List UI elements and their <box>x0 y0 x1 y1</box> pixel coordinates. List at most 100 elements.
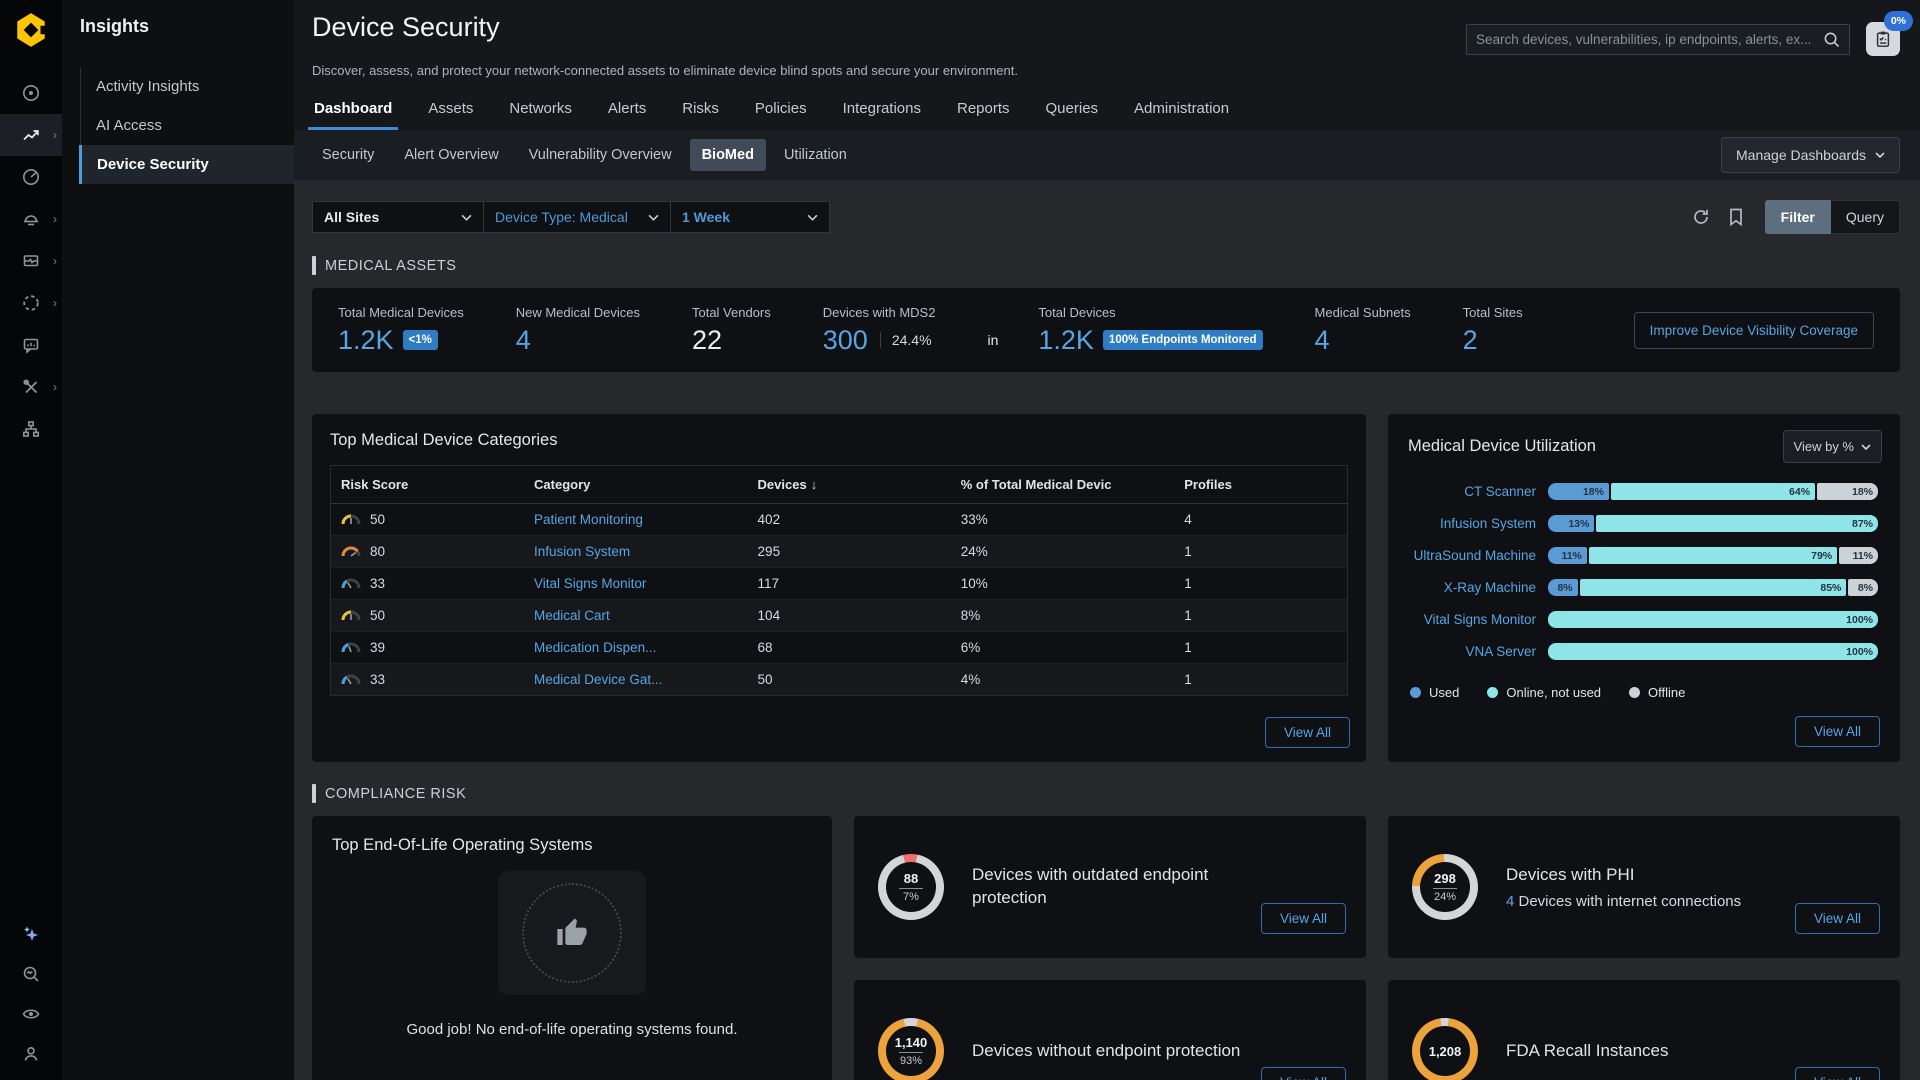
legend-dot-offline <box>1629 687 1640 698</box>
utilization-view-all-button[interactable]: View All <box>1795 716 1880 747</box>
stacked-bar[interactable]: 11%79%11% <box>1548 547 1878 564</box>
view-all-button[interactable]: View All <box>1795 1067 1880 1080</box>
col-profiles[interactable]: Profiles <box>1174 466 1347 504</box>
tab-alerts[interactable]: Alerts <box>606 94 648 130</box>
donut-chart: 88 7% <box>878 854 944 920</box>
table-row[interactable]: 33 Vital Signs Monitor 117 10% 1 <box>331 568 1347 600</box>
activity-radar-icon[interactable] <box>0 72 62 114</box>
subtab-security[interactable]: Security <box>310 139 386 171</box>
risk-gauge-icon <box>341 609 361 622</box>
view-all-button[interactable]: View All <box>1261 1067 1346 1080</box>
search-insights-icon[interactable] <box>0 954 62 994</box>
tools-icon[interactable]: › <box>0 366 62 408</box>
page-title: Device Security <box>312 12 500 43</box>
bar-label-link[interactable]: UltraSound Machine <box>1408 548 1536 563</box>
stacked-bar[interactable]: 100% <box>1548 611 1878 628</box>
table-row[interactable]: 50 Medical Cart 104 8% 1 <box>331 600 1347 632</box>
dashboards-icon[interactable] <box>0 156 62 198</box>
bar-label-link[interactable]: X-Ray Machine <box>1408 580 1536 595</box>
bar-label-link[interactable]: VNA Server <box>1408 644 1536 659</box>
card-title: Devices without endpoint protection <box>972 1040 1240 1063</box>
bar-label-link[interactable]: Vital Signs Monitor <box>1408 612 1536 627</box>
tab-integrations[interactable]: Integrations <box>841 94 923 130</box>
tab-risks[interactable]: Risks <box>680 94 721 130</box>
risk-gauge-icon <box>341 577 361 590</box>
view-all-button[interactable]: View All <box>1795 903 1880 934</box>
stat-total-vendors: Total Vendors 22 <box>692 305 771 356</box>
improve-visibility-button[interactable]: Improve Device Visibility Coverage <box>1634 312 1874 349</box>
stacked-bar[interactable]: 18%64%18% <box>1548 483 1878 500</box>
tab-dashboard[interactable]: Dashboard <box>312 94 394 130</box>
table-row[interactable]: 33 Medical Device Gat... 50 4% 1 <box>331 664 1347 696</box>
col-risk-score[interactable]: Risk Score <box>331 466 524 504</box>
subtab-utilization[interactable]: Utilization <box>772 139 859 171</box>
table-row[interactable]: 39 Medication Dispen... 68 6% 1 <box>331 632 1347 664</box>
subtab-alert-overview[interactable]: Alert Overview <box>392 139 510 171</box>
thumbs-up-icon <box>556 917 588 949</box>
category-link[interactable]: Medication Dispen... <box>534 640 656 655</box>
global-search[interactable] <box>1466 24 1850 55</box>
tab-reports[interactable]: Reports <box>955 94 1012 130</box>
bar-label-link[interactable]: Infusion System <box>1408 516 1536 531</box>
table-row[interactable]: 50 Patient Monitoring 402 33% 4 <box>331 504 1347 536</box>
trend-badge: <1% <box>403 330 438 350</box>
refresh-icon[interactable] <box>1691 207 1711 227</box>
appliances-icon[interactable]: › <box>0 240 62 282</box>
manage-dashboards-button[interactable]: Manage Dashboards <box>1721 137 1900 173</box>
subtab-biomed[interactable]: BioMed <box>690 139 766 171</box>
table-row[interactable]: 80 Infusion System 295 24% 1 <box>331 536 1347 568</box>
ai-assistant-icon[interactable] <box>0 914 62 954</box>
search-input[interactable] <box>1476 32 1823 47</box>
sidebar-item-activity-insights[interactable]: Activity Insights <box>81 67 294 106</box>
sidebar-item-device-security[interactable]: Device Security <box>79 145 294 184</box>
subtab-vulnerability-overview[interactable]: Vulnerability Overview <box>517 139 684 171</box>
coverage-checklist-button[interactable]: 0% <box>1866 22 1900 56</box>
col-pct-total[interactable]: % of Total Medical Devic <box>951 466 1175 504</box>
tab-networks[interactable]: Networks <box>507 94 574 130</box>
stacked-bar[interactable]: 8%85%8% <box>1548 579 1878 596</box>
device-type-dropdown[interactable]: Device Type: Medical <box>483 201 671 233</box>
category-link[interactable]: Infusion System <box>534 544 630 559</box>
network-icon[interactable] <box>0 408 62 450</box>
visibility-eye-icon[interactable] <box>0 994 62 1034</box>
view-all-button[interactable]: View All <box>1261 903 1346 934</box>
segments-icon[interactable]: › <box>0 282 62 324</box>
chevron-down-icon <box>648 214 659 221</box>
sort-desc-icon[interactable]: ↓ <box>811 477 818 492</box>
tab-policies[interactable]: Policies <box>753 94 809 130</box>
query-toggle-button[interactable]: Query <box>1831 200 1900 234</box>
stacked-bar[interactable]: 13%87% <box>1548 515 1878 532</box>
category-link[interactable]: Medical Cart <box>534 608 610 623</box>
category-link[interactable]: Patient Monitoring <box>534 512 643 527</box>
col-devices[interactable]: Devices↓ <box>748 466 951 504</box>
view-by-dropdown[interactable]: View by % <box>1783 430 1882 463</box>
donut-chart: 1,140 93% <box>878 1018 944 1080</box>
boundaries-icon[interactable]: › <box>0 198 62 240</box>
rail-bottom-nav <box>0 914 62 1080</box>
feedback-icon[interactable] <box>0 324 62 366</box>
categories-view-all-button[interactable]: View All <box>1265 717 1350 748</box>
insights-icon[interactable]: › <box>0 114 62 156</box>
category-link[interactable]: Vital Signs Monitor <box>534 576 646 591</box>
col-category[interactable]: Category <box>524 466 748 504</box>
filter-toggle-button[interactable]: Filter <box>1765 200 1831 234</box>
bar-label-link[interactable]: CT Scanner <box>1408 484 1536 499</box>
eol-card-title: Top End-Of-Life Operating Systems <box>332 836 812 855</box>
sidebar-item-ai-access[interactable]: AI Access <box>81 106 294 145</box>
tab-administration[interactable]: Administration <box>1132 94 1231 130</box>
sites-dropdown[interactable]: All Sites <box>312 201 484 233</box>
armis-logo-icon[interactable] <box>12 12 50 48</box>
sidebar-title: Insights <box>80 16 294 37</box>
user-icon[interactable] <box>0 1034 62 1074</box>
stat-medical-subnets: Medical Subnets 4 <box>1315 305 1411 356</box>
categories-card-title: Top Medical Device Categories <box>330 431 1348 450</box>
category-link[interactable]: Medical Device Gat... <box>534 672 662 687</box>
time-range-dropdown[interactable]: 1 Week <box>670 201 830 233</box>
tab-queries[interactable]: Queries <box>1044 94 1101 130</box>
insights-sidebar: Insights Activity Insights AI Access Dev… <box>62 0 294 1080</box>
search-icon[interactable] <box>1823 31 1840 48</box>
legend-dot-online-not-used <box>1487 687 1498 698</box>
tab-assets[interactable]: Assets <box>426 94 475 130</box>
bookmark-icon[interactable] <box>1727 207 1745 227</box>
stacked-bar[interactable]: 100% <box>1548 643 1878 660</box>
